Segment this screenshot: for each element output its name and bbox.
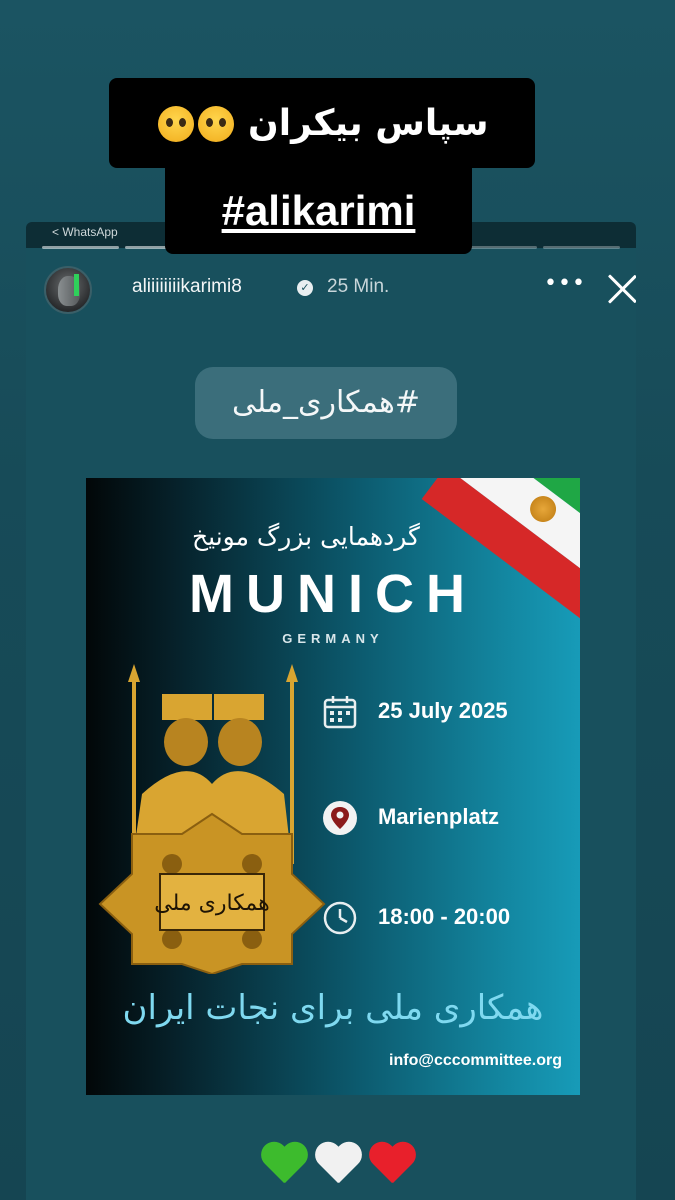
time-ago: 25 Min. [327,276,390,297]
pleading-face-emoji-icon [197,106,234,142]
poster-city: MUNICH [189,564,477,624]
reaction-hearts [254,1143,422,1195]
white-heart-icon [313,1143,363,1189]
story-header: aliiiiiiiikarimi8 ✓ 25 Min. ••• [44,264,624,314]
username[interactable]: aliiiiiiiikarimi8 [132,276,242,298]
event-date: 25 July 2025 [378,698,508,723]
embedded-story-screenshot: < WhatsApp aliiiiiiiikarimi8 ✓ 25 Min. •… [26,222,636,1200]
more-options-icon[interactable]: ••• [544,273,585,300]
progress-segment [542,246,620,249]
event-time: 18:00 - 20:00 [378,904,511,929]
close-icon[interactable] [604,270,636,306]
red-heart-icon [367,1143,417,1189]
calendar-icon [323,696,357,729]
caption-thanks-text: سپاس بیکران [248,103,489,144]
clock-icon [323,901,357,935]
caption-hashtag-text[interactable]: #alikarimi [222,187,416,234]
caption-hashtag[interactable]: #alikarimi [165,168,472,254]
poster-email[interactable]: info@cccommittee.org [389,1052,562,1070]
event-poster: گردهمایی بزرگ مونیخ MUNICH GERMANY همکار [86,478,580,1095]
back-to-whatsapp-label[interactable]: < WhatsApp [52,225,118,239]
green-heart-icon [259,1143,309,1189]
hashtag-sticker[interactable]: #همکاری_ملی [195,367,457,439]
location-pin-icon [323,801,357,835]
poster-country: GERMANY [282,631,384,646]
emblem-text: همکاری ملی [154,891,269,916]
poster-slogan: همکاری ملی برای نجات ایران [122,988,544,1028]
avatar-stripe [74,274,79,296]
persian-soldiers-emblem: همکاری ملی [98,664,326,974]
event-location: Marienplatz [378,804,500,829]
verified-badge-icon: ✓ [297,280,313,296]
caption-thanks: سپاس بیکران [109,78,535,168]
poster-title-fa: گردهمایی بزرگ مونیخ [192,522,420,551]
avatar[interactable] [44,266,92,314]
progress-segment [42,246,120,249]
pleading-face-emoji-icon [157,106,194,142]
